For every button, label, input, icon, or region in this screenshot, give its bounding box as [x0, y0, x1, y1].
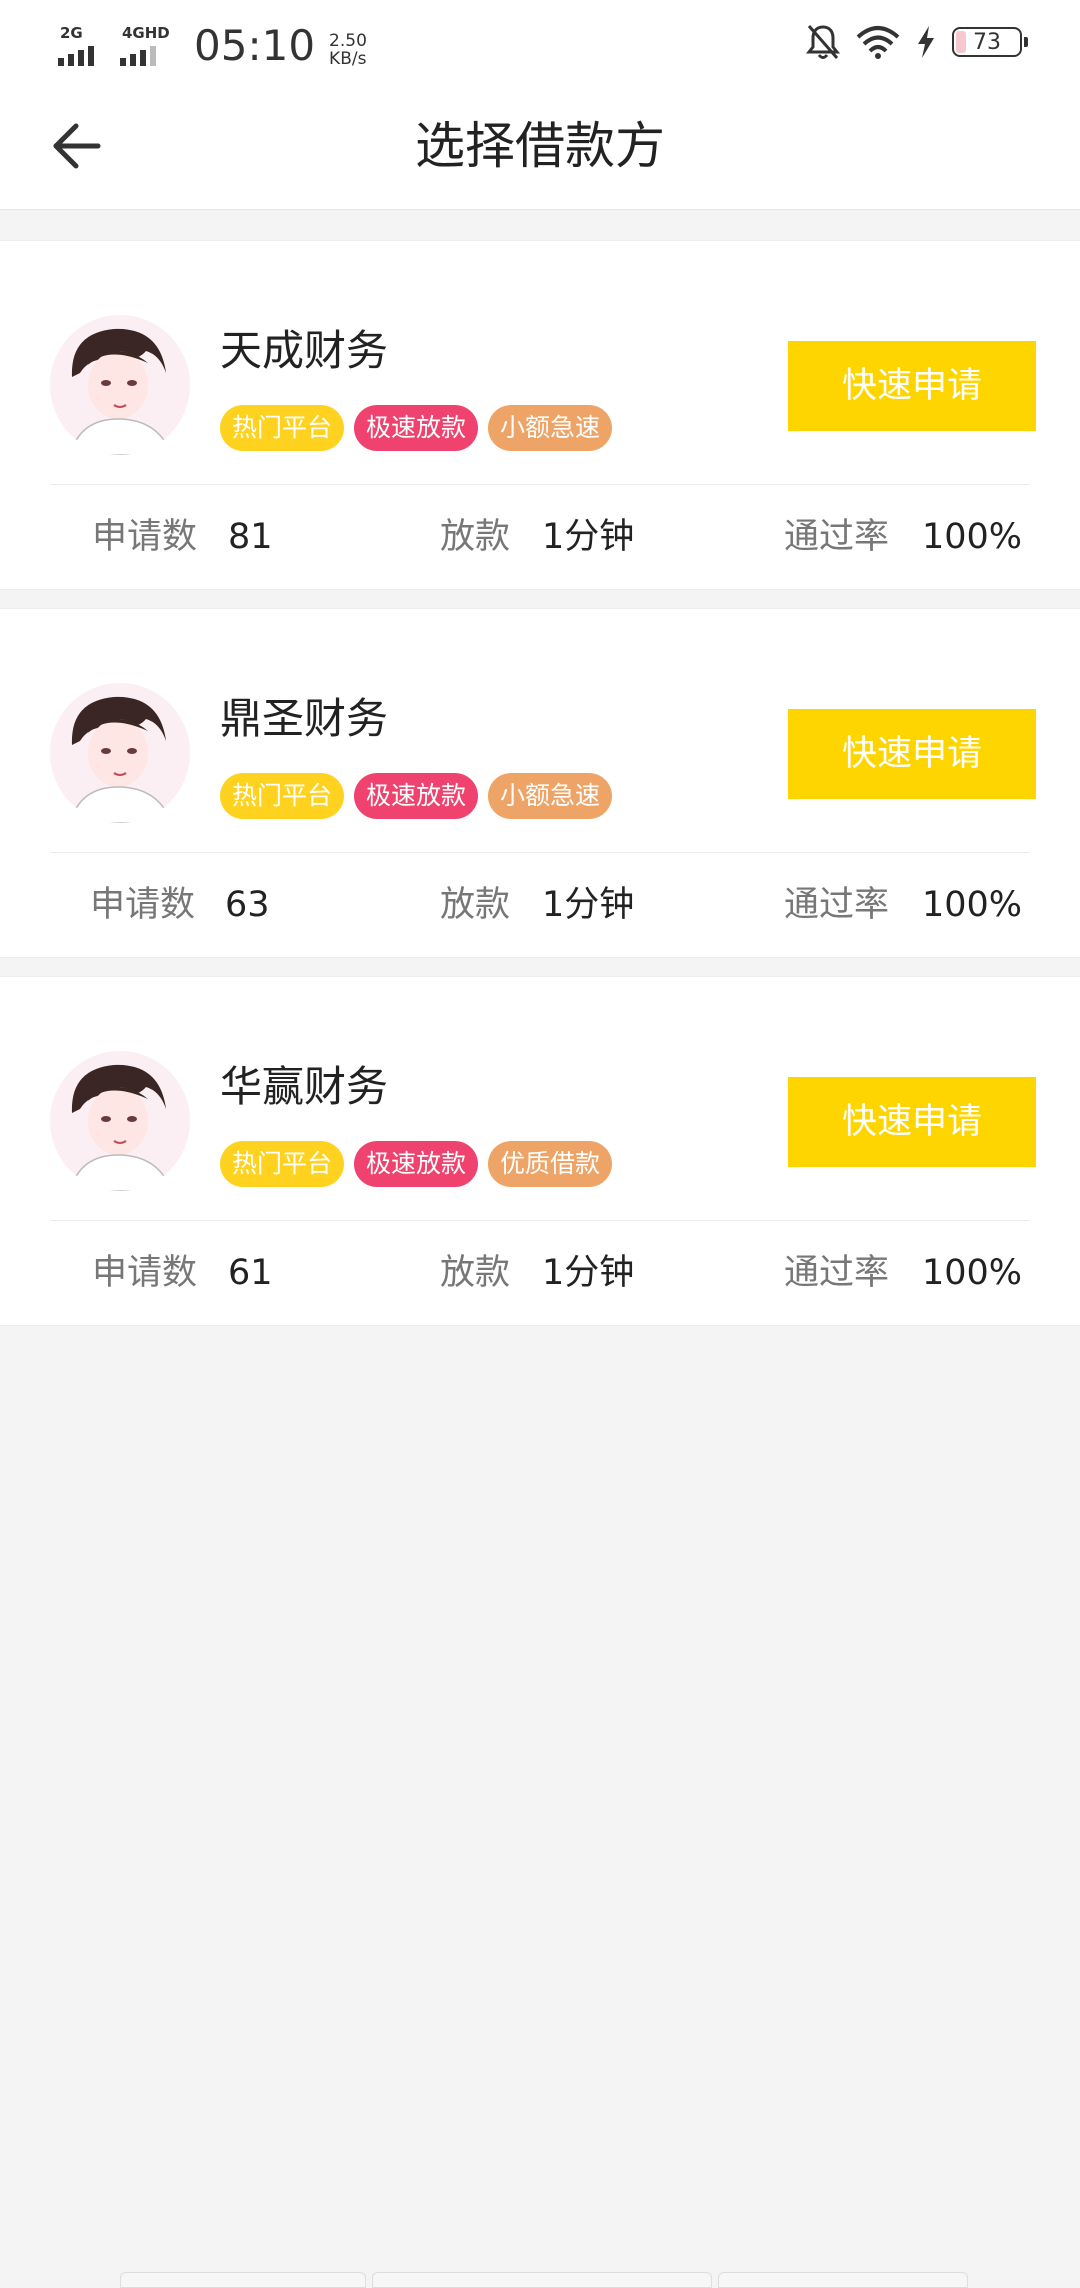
battery-icon: 73 [952, 27, 1022, 57]
tag-fast-loan: 极速放款 [354, 773, 478, 819]
lender-card[interactable]: 华赢财务 热门平台 极速放款 优质借款 快速申请 申请数 61 放款 1分钟 通… [0, 976, 1080, 1326]
avatar [50, 1051, 190, 1191]
apply-count-label: 申请数 [92, 511, 197, 563]
apply-count-label: 申请数 [90, 879, 195, 931]
network-speed: 2.50 KB/s [329, 32, 367, 68]
stats-row: 申请数 81 放款 1分钟 通过率 100% [0, 511, 1080, 563]
tag-third: 小额急速 [488, 773, 612, 819]
top-nav-bar: 选择借款方 [0, 84, 1080, 210]
pass-rate-value: 100% [922, 879, 1022, 931]
bottom-edge-decoration [120, 2272, 968, 2288]
lender-card[interactable]: 鼎圣财务 热门平台 极速放款 小额急速 快速申请 申请数 63 放款 1分钟 通… [0, 608, 1080, 958]
avatar [50, 683, 190, 823]
loan-label: 放款 [440, 1247, 510, 1299]
pass-rate-label: 通过率 [784, 1247, 889, 1299]
divider [50, 1220, 1030, 1221]
loan-label: 放款 [440, 879, 510, 931]
loan-time-value: 1分钟 [542, 511, 634, 563]
divider [50, 484, 1030, 485]
tag-third: 小额急速 [488, 405, 612, 451]
apply-count-value: 63 [225, 879, 270, 931]
tag-list: 热门平台 极速放款 优质借款 [220, 1141, 612, 1187]
battery-level: 73 [973, 30, 1001, 55]
tag-hot-platform: 热门平台 [220, 1141, 344, 1187]
stats-row: 申请数 63 放款 1分钟 通过率 100% [0, 879, 1080, 931]
status-bar: 2G 4GHD 05:10 2.50 KB/s 73 [0, 0, 1080, 84]
lender-list: 天成财务 热门平台 极速放款 小额急速 快速申请 申请数 81 放款 1分钟 通… [0, 240, 1080, 1344]
signal-icon: 2G [58, 24, 110, 68]
network-type-1: 2G [60, 24, 83, 42]
quick-apply-button[interactable]: 快速申请 [788, 341, 1036, 431]
charging-icon [916, 25, 936, 59]
speed-value: 2.50 [329, 32, 367, 50]
stats-row: 申请数 61 放款 1分钟 通过率 100% [0, 1247, 1080, 1299]
quick-apply-button[interactable]: 快速申请 [788, 1077, 1036, 1167]
apply-count-value: 81 [228, 511, 273, 563]
tag-third: 优质借款 [488, 1141, 612, 1187]
divider [50, 852, 1030, 853]
tag-hot-platform: 热门平台 [220, 405, 344, 451]
tag-list: 热门平台 极速放款 小额急速 [220, 773, 612, 819]
tag-list: 热门平台 极速放款 小额急速 [220, 405, 612, 451]
page-title: 选择借款方 [0, 114, 1080, 178]
tag-fast-loan: 极速放款 [354, 405, 478, 451]
speed-unit: KB/s [329, 50, 367, 68]
status-right: 73 [806, 20, 1022, 64]
apply-count-value: 61 [228, 1247, 273, 1299]
tag-hot-platform: 热门平台 [220, 773, 344, 819]
wifi-icon [856, 25, 900, 59]
quick-apply-button[interactable]: 快速申请 [788, 709, 1036, 799]
lender-card[interactable]: 天成财务 热门平台 极速放款 小额急速 快速申请 申请数 81 放款 1分钟 通… [0, 240, 1080, 590]
pass-rate-label: 通过率 [784, 879, 889, 931]
loan-label: 放款 [440, 511, 510, 563]
pass-rate-value: 100% [922, 1247, 1022, 1299]
avatar [50, 315, 190, 455]
lender-name: 华赢财务 [220, 1061, 388, 1113]
status-left: 2G 4GHD 05:10 2.50 KB/s [58, 18, 367, 68]
tag-fast-loan: 极速放款 [354, 1141, 478, 1187]
apply-count-label: 申请数 [92, 1247, 197, 1299]
pass-rate-label: 通过率 [784, 511, 889, 563]
lender-name: 鼎圣财务 [220, 693, 388, 745]
loan-time-value: 1分钟 [542, 879, 634, 931]
lender-name: 天成财务 [220, 325, 388, 377]
network-type-2: 4GHD [122, 24, 170, 42]
status-time: 05:10 [194, 24, 315, 68]
signal-icon-2: 4GHD [120, 24, 172, 68]
mute-bell-icon [806, 23, 840, 61]
loan-time-value: 1分钟 [542, 1247, 634, 1299]
pass-rate-value: 100% [922, 511, 1022, 563]
